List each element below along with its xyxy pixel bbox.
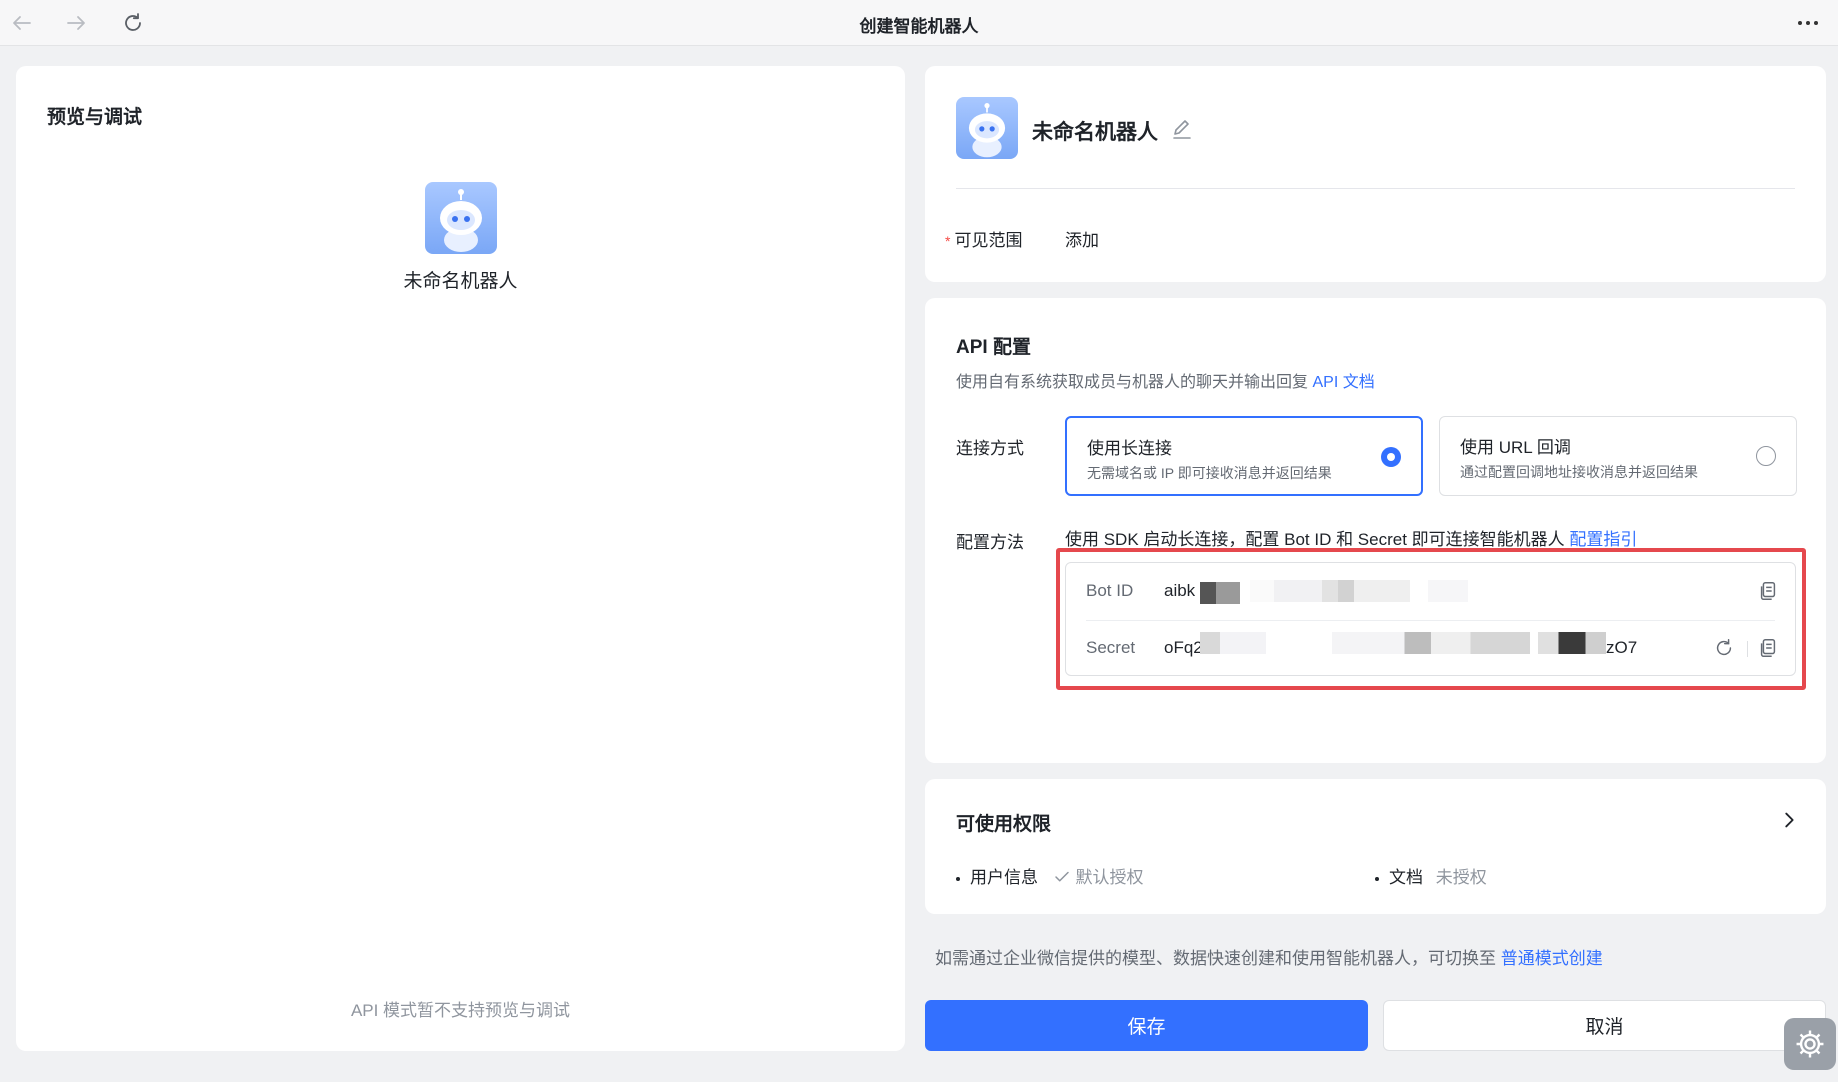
option-title: 使用长连接 bbox=[1087, 439, 1172, 458]
save-button[interactable]: 保存 bbox=[925, 1000, 1368, 1051]
radio-selected[interactable] bbox=[1381, 447, 1401, 467]
api-config-description: 使用自有系统获取成员与机器人的聊天并输出回复 API 文档 bbox=[956, 374, 1375, 391]
permissions-card[interactable]: 可使用权限 用户信息 默认授权 文档 未授权 bbox=[925, 779, 1826, 914]
normal-mode-link[interactable]: 普通模式创建 bbox=[1501, 949, 1603, 968]
window-title: 创建智能机器人 bbox=[859, 17, 979, 36]
api-doc-link[interactable]: API 文档 bbox=[1312, 374, 1374, 391]
option-url-callback[interactable]: 使用 URL 回调 通过配置回调地址接收消息并返回结果 bbox=[1439, 416, 1797, 496]
api-config-card: API 配置 使用自有系统获取成员与机器人的聊天并输出回复 API 文档 连接方… bbox=[925, 298, 1826, 763]
api-config-title: API 配置 bbox=[956, 337, 1031, 358]
chevron-right-icon[interactable] bbox=[1778, 809, 1800, 831]
permission-item: 文档 未授权 bbox=[1375, 863, 1487, 888]
bot-name: 未命名机器人 bbox=[1032, 121, 1158, 144]
bot-avatar-small[interactable] bbox=[956, 97, 1018, 159]
bot-info-card: 未命名机器人 * 可见范围 添加 bbox=[925, 66, 1826, 282]
required-mark: * bbox=[945, 233, 951, 249]
connection-label: 连接方式 bbox=[956, 439, 1024, 458]
permission-item: 用户信息 默认授权 bbox=[956, 863, 1143, 888]
settings-icon[interactable] bbox=[1784, 1018, 1836, 1070]
permissions-title: 可使用权限 bbox=[956, 814, 1052, 835]
preview-panel: 预览与调试 未命名机器人 API 模式暂不支持预览与调试 bbox=[16, 66, 905, 1051]
option-subtitle: 通过配置回调地址接收消息并返回结果 bbox=[1460, 464, 1698, 480]
preview-footer-note: API 模式暂不支持预览与调试 bbox=[350, 1001, 571, 1020]
option-long-connection[interactable]: 使用长连接 无需域名或 IP 即可接收消息并返回结果 bbox=[1065, 416, 1423, 496]
config-guide-link[interactable]: 配置指引 bbox=[1569, 530, 1637, 549]
robot-icon bbox=[968, 103, 1006, 158]
highlight-annotation bbox=[1056, 548, 1806, 690]
visibility-add-link[interactable]: 添加 bbox=[1065, 226, 1099, 251]
more-icon[interactable] bbox=[1792, 9, 1824, 37]
option-title: 使用 URL 回调 bbox=[1460, 438, 1571, 457]
check-icon bbox=[1054, 871, 1069, 882]
cancel-button[interactable]: 取消 bbox=[1383, 1000, 1826, 1051]
preview-heading: 预览与调试 bbox=[47, 107, 143, 128]
visibility-label: * 可见范围 bbox=[945, 231, 1023, 250]
config-method-label: 配置方法 bbox=[956, 533, 1024, 552]
title-bar: 创建智能机器人 bbox=[0, 0, 1838, 46]
robot-icon bbox=[440, 189, 482, 252]
bot-avatar bbox=[425, 182, 497, 254]
mode-switch-hint: 如需通过企业微信提供的模型、数据快速创建和使用智能机器人，可切换至 普通模式创建 bbox=[935, 949, 1603, 968]
radio-unselected[interactable] bbox=[1756, 446, 1776, 466]
config-description: 使用 SDK 启动长连接，配置 Bot ID 和 Secret 即可连接智能机器… bbox=[1065, 530, 1638, 549]
divider bbox=[956, 188, 1795, 189]
option-subtitle: 无需域名或 IP 即可接收消息并返回结果 bbox=[1087, 465, 1332, 481]
preview-bot-name: 未命名机器人 bbox=[403, 271, 518, 292]
edit-icon[interactable] bbox=[1170, 117, 1194, 141]
